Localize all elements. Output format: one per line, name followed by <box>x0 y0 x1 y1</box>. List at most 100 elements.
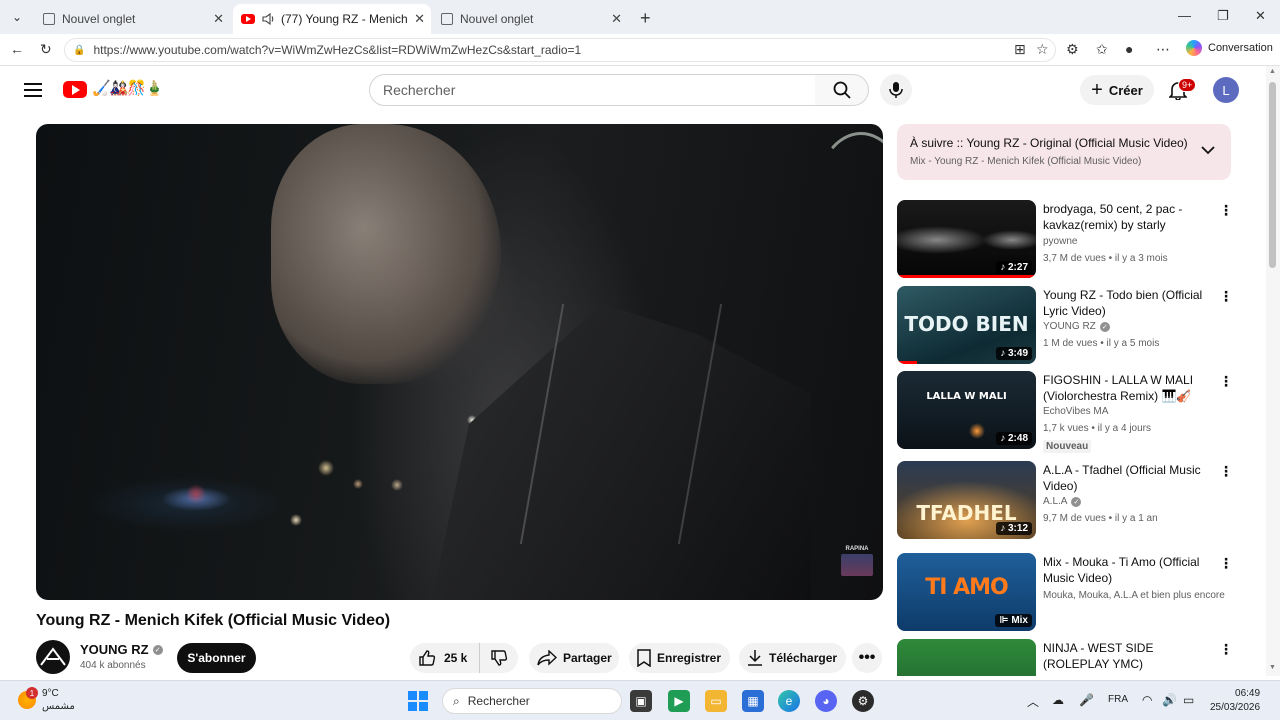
save-button[interactable]: Enregistrer <box>629 643 730 673</box>
subscriber-count: 404 k abonnés <box>80 660 146 671</box>
wifi-icon[interactable]: ◠ <box>1142 693 1152 707</box>
recommendation-title: NINJA - WEST SIDE (ROLEPLAY YMC) <box>1043 641 1154 671</box>
recommendation-item[interactable]: ♪ 2:27 brodyaga, 50 cent, 2 pac - kavkaz… <box>897 200 1237 278</box>
recommendation-item[interactable]: NINJA - WEST SIDE (ROLEPLAY YMC) ⋮ <box>897 639 1237 676</box>
create-button[interactable]: + Créer <box>1080 75 1154 105</box>
show-hidden-icons-chevron-icon[interactable]: ︿ <box>1027 693 1039 710</box>
tab-youtube[interactable]: (77) Young RZ - Menich Kifek ✕ <box>233 4 431 34</box>
recommendation-item[interactable]: TODO BIEN ♪ 3:49 Young RZ - Todo bien (O… <box>897 286 1237 364</box>
language-indicator[interactable]: FRA <box>1108 694 1128 705</box>
copilot-conversation-button[interactable]: Conversation <box>1186 40 1273 56</box>
tab-title: Nouvel onglet <box>62 12 136 26</box>
video-thumbnail[interactable]: ♪ 2:27 <box>897 200 1036 278</box>
tab-new-1[interactable]: Nouvel onglet ✕ <box>34 4 230 34</box>
page-scrollbar[interactable]: ▲ ▼ <box>1266 66 1280 676</box>
scroll-down-icon[interactable]: ▼ <box>1269 664 1276 671</box>
kebab-menu-icon[interactable]: ⋮ <box>1219 288 1233 305</box>
scrollbar-thumb[interactable] <box>1269 82 1276 268</box>
channel-watermark[interactable]: RAPINA <box>841 546 873 580</box>
youtube-logo-icon[interactable] <box>63 81 87 98</box>
url-field[interactable]: 🔒 https://www.youtube.com/watch?v=WiWmZw… <box>64 38 1056 62</box>
favorites-icon[interactable]: ✩ <box>1096 41 1108 58</box>
app-available-icon[interactable]: ⊞ <box>1014 41 1026 58</box>
clock-date: 25/03/2026 <box>1210 702 1261 713</box>
task-view-icon[interactable]: ▣ <box>630 690 652 712</box>
download-button[interactable]: Télécharger <box>739 643 846 673</box>
more-menu-icon[interactable]: ⋯ <box>1156 41 1170 58</box>
channel-name: YOUNG RZ <box>80 642 149 657</box>
tab-list-chevron-icon[interactable]: ⌄ <box>8 8 26 26</box>
sun-icon: 1 <box>18 687 38 709</box>
volume-icon[interactable]: 🔊 <box>1162 693 1177 707</box>
recommendation-item[interactable]: LALLA W MALI ♪ 2:48 FIGOSHIN - LALLA W M… <box>897 371 1237 453</box>
kebab-menu-icon[interactable]: ⋮ <box>1219 202 1233 219</box>
video-thumbnail[interactable]: TODO BIEN ♪ 3:49 <box>897 286 1036 364</box>
scroll-up-icon[interactable]: ▲ <box>1269 68 1276 75</box>
recommendation-title: Young RZ - Todo bien (Official Lyric Vid… <box>1043 288 1203 318</box>
file-explorer-icon[interactable]: ▭ <box>705 690 727 712</box>
watch-progress-bar <box>897 361 917 364</box>
share-button[interactable]: Partager <box>529 643 619 673</box>
favorite-star-icon[interactable]: ☆ <box>1036 41 1049 58</box>
weather-widget[interactable]: 1 9°C مشمس <box>18 687 75 713</box>
voice-search-button[interactable] <box>880 74 912 106</box>
window-close-icon[interactable]: ✕ <box>1255 8 1266 24</box>
menu-icon[interactable] <box>24 83 42 97</box>
microsoft-store-icon[interactable]: ▦ <box>742 690 764 712</box>
kebab-menu-icon[interactable]: ⋮ <box>1219 373 1233 390</box>
onedrive-icon[interactable]: ☁ <box>1052 693 1064 707</box>
new-tab-plus-icon[interactable]: + <box>640 8 651 29</box>
youtube-doodle[interactable]: 🏑🎎🎊🎍 <box>92 79 164 97</box>
search-button[interactable] <box>815 74 869 106</box>
more-actions-icon[interactable]: ••• <box>852 643 882 673</box>
account-avatar[interactable]: L <box>1213 77 1239 103</box>
taskbar-clock[interactable]: 06:49 25/03/2026 <box>1210 687 1260 715</box>
address-bar-row: ← ↻ 🔒 https://www.youtube.com/watch?v=Wi… <box>0 34 1280 66</box>
taskbar-search-field[interactable]: ⌕ Rechercher <box>442 688 622 714</box>
kebab-menu-icon[interactable]: ⋮ <box>1219 555 1233 572</box>
clock-time: 06:49 <box>1235 688 1261 699</box>
page-icon <box>440 12 454 26</box>
profile-icon[interactable]: ● <box>1125 41 1133 57</box>
subscribe-button[interactable]: S'abonner <box>177 643 256 673</box>
windows-start-icon[interactable] <box>408 691 428 711</box>
kebab-menu-icon[interactable]: ⋮ <box>1219 641 1233 658</box>
verified-check-icon: ✓ <box>152 644 163 655</box>
video-thumbnail[interactable]: LALLA W MALI ♪ 2:48 <box>897 371 1036 449</box>
youtube-favicon-icon <box>241 12 255 26</box>
tab-close-icon[interactable]: ✕ <box>213 11 224 27</box>
tab-close-icon[interactable]: ✕ <box>414 11 425 27</box>
expand-chevron-icon[interactable] <box>1201 142 1215 158</box>
channel-avatar[interactable] <box>36 640 70 674</box>
speaker-icon[interactable] <box>261 12 275 26</box>
video-player[interactable]: RAPINA <box>36 124 883 600</box>
mix-playlist-header[interactable]: À suivre :: Young RZ - Original (Officia… <box>897 124 1231 180</box>
recommendation-item[interactable]: TI AMO ⊫ Mix Mix - Mouka - Ti Amo (Offic… <box>897 553 1237 631</box>
steam-app-icon[interactable]: ⚙ <box>852 690 874 712</box>
discord-icon[interactable]: ◕ <box>815 690 837 712</box>
recommendation-item[interactable]: TFADHEL ♪ 3:12 A.L.A - Tfadhel (Official… <box>897 461 1237 539</box>
channel-name-link[interactable]: YOUNG RZ ✓ <box>80 642 163 657</box>
tab-close-icon[interactable]: ✕ <box>611 11 622 27</box>
search-input[interactable]: Rechercher <box>369 74 816 106</box>
weather-temperature: 9°C <box>42 688 59 699</box>
video-thumbnail[interactable] <box>897 639 1036 676</box>
reload-icon[interactable]: ↻ <box>40 41 52 58</box>
minimize-icon[interactable]: — <box>1178 8 1191 23</box>
tab-new-2[interactable]: Nouvel onglet ✕ <box>432 4 628 34</box>
gamepass-app-icon[interactable]: ▶ <box>668 690 690 712</box>
edge-browser-icon[interactable]: e <box>778 690 800 712</box>
battery-icon[interactable]: ▭ <box>1183 693 1194 707</box>
video-thumbnail[interactable]: TFADHEL ♪ 3:12 <box>897 461 1036 539</box>
kebab-menu-icon[interactable]: ⋮ <box>1219 463 1233 480</box>
site-info-icon[interactable]: 🔒 <box>73 45 85 56</box>
video-thumbnail[interactable]: TI AMO ⊫ Mix <box>897 553 1036 631</box>
like-button[interactable]: 25 k <box>410 643 480 673</box>
microphone-tray-icon[interactable]: 🎤 <box>1079 693 1094 707</box>
maximize-icon[interactable]: ❐ <box>1217 8 1229 24</box>
back-arrow-icon[interactable]: ← <box>10 41 24 57</box>
copilot-icon <box>1186 40 1202 56</box>
extensions-icon[interactable]: ⚙ <box>1066 41 1079 58</box>
dislike-button[interactable] <box>480 643 518 673</box>
thumbnail-text: LALLA W MALI <box>926 391 1007 402</box>
